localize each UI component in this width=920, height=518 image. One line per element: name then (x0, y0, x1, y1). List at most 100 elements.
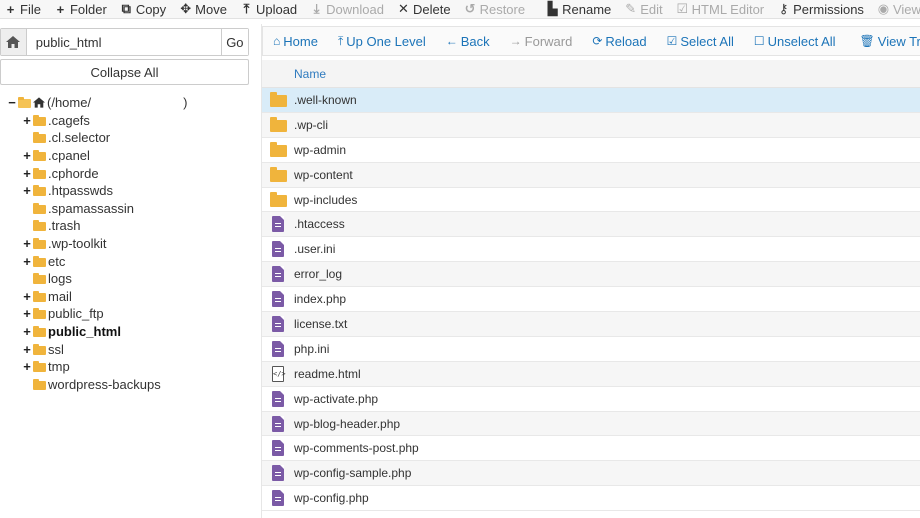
eye-icon: ◉ (877, 1, 890, 16)
file-row[interactable]: .htaccess (262, 212, 920, 238)
folder-icon (33, 308, 46, 320)
move-label: Move (195, 1, 227, 17)
home-button[interactable]: ⌂ Home (263, 27, 328, 55)
path-input[interactable] (26, 29, 221, 55)
move-button[interactable]: ✥ Move (175, 0, 236, 18)
tree-item[interactable]: +.spamassassin (0, 200, 254, 218)
back-button[interactable]: ← Back (436, 27, 500, 55)
expand-toggle-icon[interactable]: + (22, 342, 32, 357)
file-row[interactable]: wp-includes (262, 188, 920, 213)
file-row[interactable]: wp-config.php (262, 486, 920, 512)
file-row[interactable]: index.php (262, 287, 920, 313)
expand-toggle-icon[interactable]: + (22, 166, 32, 181)
tree-item-label: mail (48, 288, 72, 304)
text-file-icon (272, 241, 284, 258)
delete-button[interactable]: ✕ Delete (393, 0, 460, 18)
tree-item[interactable]: + tmp (0, 358, 254, 376)
text-file-icon (272, 266, 284, 283)
forward-button[interactable]: → Forward (500, 27, 583, 55)
up-one-level-label: Up One Level (346, 33, 426, 49)
file-icon-cell (262, 266, 294, 283)
file-row[interactable]: .well-known (262, 88, 920, 113)
file-row[interactable]: php.ini (262, 337, 920, 362)
download-button[interactable]: ⤓ Download (306, 0, 393, 18)
tree-item[interactable]: +.trash (0, 217, 254, 235)
file-row[interactable]: wp-blog-header.php (262, 411, 920, 437)
edit-box-icon: ☑ (676, 1, 688, 16)
expand-toggle-icon[interactable]: + (22, 148, 32, 163)
tree-item[interactable]: + .htpasswds (0, 182, 254, 200)
file-row[interactable]: wp-content (262, 162, 920, 188)
file-icon-cell (262, 216, 294, 233)
file-rows: .well-known .wp-cli wp-admin wp-content wp-i… (262, 88, 920, 512)
tree-item[interactable]: + public_html (0, 323, 254, 341)
tree-item[interactable]: + .cpanel (0, 147, 254, 165)
tree-item[interactable]: +wordpress-backups (0, 376, 254, 394)
folder-icon (269, 166, 287, 182)
file-row[interactable]: license.txt (262, 312, 920, 337)
level-up-icon: ⤒ (337, 33, 344, 48)
rename-button[interactable]: ▙ Rename (542, 0, 620, 18)
home-path-button[interactable] (1, 29, 27, 55)
tree-item[interactable]: + .cphorde (0, 164, 254, 182)
column-header-name[interactable]: Name (294, 67, 326, 81)
collapse-all-button[interactable]: Collapse All (0, 59, 249, 85)
expand-toggle-icon[interactable]: + (22, 236, 32, 251)
download-icon: ⤓ (313, 1, 320, 16)
file-row[interactable]: .user.ini (262, 237, 920, 263)
restore-button[interactable]: ↺ Restore (460, 0, 535, 18)
tree-item[interactable]: + mail (0, 288, 254, 306)
folder-icon (33, 185, 46, 197)
file-row[interactable]: wp-activate.php (262, 387, 920, 412)
edit-button[interactable]: ✎ Edit (620, 0, 671, 18)
text-file-icon (272, 440, 284, 457)
tree-item[interactable]: +.cl.selector (0, 129, 254, 147)
file-icon-cell (262, 241, 294, 258)
file-row[interactable]: error_log (262, 262, 920, 288)
tree-item[interactable]: + .cagefs (0, 112, 254, 130)
html-editor-button[interactable]: ☑ HTML Editor (672, 0, 773, 18)
go-button[interactable]: Go (220, 29, 248, 55)
select-all-button[interactable]: ☑ Select All (657, 27, 744, 55)
file-row[interactable]: wp-comments-post.php (262, 436, 920, 462)
view-trash-button[interactable]: 🗑View Trash (850, 27, 920, 55)
tree-children: +.cagefs+.cl.selector+.cpanel+.cphorde+.… (0, 112, 254, 394)
expand-toggle-icon[interactable]: + (22, 289, 32, 304)
file-row[interactable]: </> readme.html (262, 361, 920, 387)
tree-item[interactable]: +logs (0, 270, 254, 288)
reload-button[interactable]: ⟳ Reload (582, 27, 656, 55)
upload-button[interactable]: ⤒ Upload (236, 0, 306, 18)
unselect-all-button[interactable]: ☐ Unselect All (744, 27, 846, 55)
file-name: wp-activate.php (294, 391, 379, 406)
copy-button[interactable]: ⧉ Copy (116, 0, 175, 18)
collapse-toggle-icon[interactable]: − (7, 95, 17, 110)
view-button[interactable]: ◉ View (873, 0, 920, 18)
new-folder-button[interactable]: + Folder (50, 0, 116, 18)
folder-open-icon (18, 97, 31, 109)
file-row[interactable]: wp-config-sample.php (262, 461, 920, 487)
new-file-button[interactable]: + File (0, 0, 50, 18)
file-row[interactable]: wp-admin (262, 138, 920, 163)
tree-item-label: .htpasswds (48, 183, 114, 199)
folder-icon (33, 273, 46, 285)
tree-item[interactable]: + .wp-toolkit (0, 235, 254, 253)
expand-toggle-icon[interactable]: + (22, 254, 32, 269)
tree-item[interactable]: + public_ftp (0, 305, 254, 323)
tree-item[interactable]: + ssl (0, 340, 254, 358)
file-icon-cell (262, 91, 294, 107)
folder-icon (33, 326, 46, 338)
home-label: Home (283, 33, 318, 49)
tree-item[interactable]: + etc (0, 252, 254, 270)
up-one-level-button[interactable]: ⤒ Up One Level (328, 27, 436, 55)
file-name: .well-known (294, 92, 357, 107)
tree-item-label: wordpress-backups (48, 376, 161, 392)
permissions-button[interactable]: ⚷ Permissions (773, 0, 873, 18)
file-row[interactable]: .wp-cli (262, 112, 920, 138)
expand-toggle-icon[interactable]: + (22, 183, 32, 198)
expand-toggle-icon[interactable]: + (22, 359, 32, 374)
expand-toggle-icon[interactable]: + (22, 324, 32, 339)
expand-toggle-icon[interactable]: + (22, 113, 32, 128)
tree-item-label: tmp (48, 359, 70, 375)
expand-toggle-icon[interactable]: + (22, 306, 32, 321)
tree-root[interactable]: − (/home/) (0, 94, 254, 112)
